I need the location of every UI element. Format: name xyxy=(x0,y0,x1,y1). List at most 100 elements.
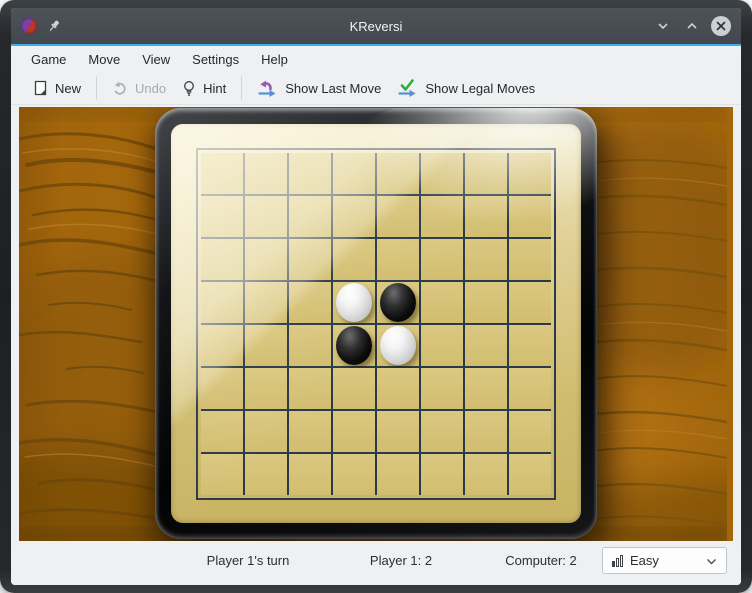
board-cell[interactable] xyxy=(201,411,243,452)
board-cell[interactable] xyxy=(377,368,419,409)
board-frame xyxy=(155,108,597,539)
board-cell[interactable] xyxy=(465,196,507,237)
undo-button-label: Undo xyxy=(135,81,166,96)
board-cell[interactable] xyxy=(201,368,243,409)
undo-button[interactable]: Undo xyxy=(104,76,174,100)
game-piece-white xyxy=(380,326,416,365)
board-cell[interactable] xyxy=(509,411,551,452)
board-cell[interactable] xyxy=(377,454,419,495)
board-cell[interactable] xyxy=(333,411,375,452)
board-cell[interactable] xyxy=(333,368,375,409)
board-cell[interactable] xyxy=(509,196,551,237)
board-cell[interactable] xyxy=(289,196,331,237)
legal-moves-check-icon xyxy=(397,79,418,97)
board-cell[interactable] xyxy=(421,325,463,366)
board-cell[interactable] xyxy=(377,239,419,280)
lightbulb-icon xyxy=(182,80,196,97)
menu-move[interactable]: Move xyxy=(80,49,128,70)
menu-settings[interactable]: Settings xyxy=(184,49,247,70)
board-cell[interactable] xyxy=(333,282,375,323)
board-cell[interactable] xyxy=(465,153,507,194)
board-cell[interactable] xyxy=(201,153,243,194)
close-button[interactable] xyxy=(711,16,731,36)
board-cell[interactable] xyxy=(465,325,507,366)
board-cell[interactable] xyxy=(245,368,287,409)
app-icon[interactable] xyxy=(21,18,37,34)
board-cell[interactable] xyxy=(421,368,463,409)
board-cell[interactable] xyxy=(333,239,375,280)
game-piece-black xyxy=(336,326,372,365)
board-cell[interactable] xyxy=(245,153,287,194)
board-cell[interactable] xyxy=(201,282,243,323)
board-cell[interactable] xyxy=(289,282,331,323)
board-cell[interactable] xyxy=(333,153,375,194)
board-cell[interactable] xyxy=(377,153,419,194)
board-cell[interactable] xyxy=(289,411,331,452)
board-cell[interactable] xyxy=(201,454,243,495)
board-cell[interactable] xyxy=(377,282,419,323)
menu-bar: Game Move View Settings Help xyxy=(11,46,741,72)
board-cell[interactable] xyxy=(245,411,287,452)
board-cell[interactable] xyxy=(289,325,331,366)
window-controls xyxy=(653,16,731,36)
toolbar: New Undo xyxy=(11,72,741,105)
hint-button[interactable]: Hint xyxy=(174,76,234,101)
board-cell[interactable] xyxy=(201,196,243,237)
menu-view[interactable]: View xyxy=(134,49,178,70)
board-cell[interactable] xyxy=(509,153,551,194)
difficulty-bars-icon xyxy=(612,555,623,567)
board-cell[interactable] xyxy=(421,454,463,495)
board-cell[interactable] xyxy=(465,239,507,280)
board-cell[interactable] xyxy=(421,411,463,452)
board-cell[interactable] xyxy=(509,239,551,280)
pin-icon[interactable] xyxy=(47,19,61,33)
board-cell[interactable] xyxy=(509,282,551,323)
board-cell[interactable] xyxy=(289,153,331,194)
wood-background xyxy=(19,107,733,541)
board-cell[interactable] xyxy=(509,454,551,495)
board-cell[interactable] xyxy=(509,325,551,366)
toolbar-separator xyxy=(241,76,242,100)
board-cell[interactable] xyxy=(465,282,507,323)
title-bar[interactable]: KReversi xyxy=(11,8,741,44)
board-cell[interactable] xyxy=(289,454,331,495)
board-cell[interactable] xyxy=(201,325,243,366)
board-cell[interactable] xyxy=(289,368,331,409)
board-cell[interactable] xyxy=(377,325,419,366)
board-cell[interactable] xyxy=(465,411,507,452)
board-cell[interactable] xyxy=(245,454,287,495)
board-cell[interactable] xyxy=(333,196,375,237)
title-bar-left xyxy=(21,18,61,34)
board-cell[interactable] xyxy=(377,196,419,237)
board-cell[interactable] xyxy=(377,411,419,452)
show-last-move-label: Show Last Move xyxy=(285,81,381,96)
board-cell[interactable] xyxy=(333,325,375,366)
board-cell[interactable] xyxy=(245,196,287,237)
board-cell[interactable] xyxy=(509,368,551,409)
board-cell[interactable] xyxy=(245,282,287,323)
board-cell[interactable] xyxy=(289,239,331,280)
show-legal-moves-label: Show Legal Moves xyxy=(425,81,535,96)
menu-game[interactable]: Game xyxy=(23,49,74,70)
maximize-button[interactable] xyxy=(682,16,702,36)
hint-button-label: Hint xyxy=(203,81,226,96)
board-cell[interactable] xyxy=(465,454,507,495)
minimize-button[interactable] xyxy=(653,16,673,36)
board-cell[interactable] xyxy=(421,282,463,323)
board-cell[interactable] xyxy=(333,454,375,495)
board-cell[interactable] xyxy=(465,368,507,409)
board-cell[interactable] xyxy=(421,239,463,280)
board-cell[interactable] xyxy=(421,196,463,237)
board-cell[interactable] xyxy=(421,153,463,194)
board-cell[interactable] xyxy=(201,239,243,280)
board-cell[interactable] xyxy=(245,239,287,280)
show-legal-moves-button[interactable]: Show Legal Moves xyxy=(389,75,543,101)
menu-help[interactable]: Help xyxy=(253,49,296,70)
show-last-move-button[interactable]: Show Last Move xyxy=(249,75,389,101)
difficulty-select[interactable]: Easy xyxy=(602,547,727,574)
new-button[interactable]: New xyxy=(25,76,89,100)
game-view xyxy=(11,105,741,541)
board-cell[interactable] xyxy=(245,325,287,366)
game-piece-black xyxy=(380,283,416,322)
kreversi-window: KReversi Game Move View Settings Help xyxy=(0,0,752,593)
